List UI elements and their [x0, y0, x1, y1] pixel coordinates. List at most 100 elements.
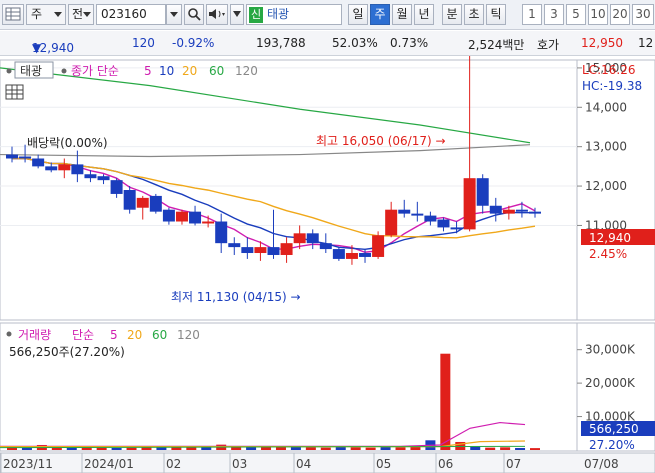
ask-label: 호가	[537, 38, 560, 52]
stock-name-field[interactable]: 신 태광	[246, 4, 342, 25]
candle-body	[502, 209, 515, 214]
search-icon	[188, 8, 201, 21]
last-value: 12	[638, 36, 654, 50]
ma-period-20[interactable]: 20	[182, 64, 197, 78]
interval-button-3[interactable]: 3	[544, 4, 564, 25]
stock-code-input[interactable]: 023160	[96, 4, 166, 25]
x-tick-label: 07/08	[584, 457, 619, 471]
interval-button-5[interactable]: 5	[566, 4, 586, 25]
candle-body	[424, 215, 437, 222]
ma-period-120[interactable]: 120	[235, 64, 258, 78]
period-tab-6[interactable]: 틱	[486, 4, 506, 25]
volume-bar	[96, 447, 107, 450]
x-tick-label: 03	[232, 457, 247, 471]
period-tab-2[interactable]: 월	[392, 4, 412, 25]
candle-body	[463, 178, 476, 230]
candle-body	[71, 164, 84, 175]
volume-ma-label[interactable]: 단순	[72, 328, 94, 342]
market-select-value: 주	[31, 7, 43, 21]
volume-bar	[380, 446, 391, 450]
volume-bar	[126, 447, 137, 450]
prev-stock-button[interactable]	[230, 4, 244, 25]
speaker-button[interactable]	[206, 4, 228, 25]
candle-body	[58, 164, 71, 171]
volume-tick-label: 30,000K	[585, 343, 636, 357]
interval-label: 10	[590, 7, 606, 21]
candle-body	[189, 211, 202, 224]
volume-ma-20[interactable]: 20	[127, 328, 142, 342]
candle-body	[6, 154, 18, 159]
ma-period-60[interactable]: 60	[209, 64, 224, 78]
interval-label: 20	[612, 7, 628, 21]
period-tab-label: 주	[374, 7, 386, 21]
lc-label: LC:16.26	[582, 63, 635, 77]
candle-body	[372, 235, 385, 257]
ma-period-10[interactable]: 10	[159, 64, 174, 78]
interval-label: 1	[528, 7, 536, 21]
market-select[interactable]: 주	[26, 4, 66, 25]
x-tick-label: 05	[376, 457, 391, 471]
candle-body	[385, 209, 398, 236]
candle-body	[411, 213, 424, 216]
credit-badge: 신	[249, 7, 264, 23]
period-tab-1[interactable]: 주	[370, 4, 390, 25]
stock-list-button[interactable]	[2, 4, 24, 25]
volume-panel[interactable]	[0, 322, 578, 452]
candle-body	[241, 247, 254, 254]
price-tick-label: 14,000	[585, 100, 627, 114]
volume-bar	[485, 447, 496, 450]
candle-body	[228, 243, 241, 248]
candle-body	[345, 253, 358, 259]
period-select[interactable]: 전	[68, 4, 94, 25]
ma-label[interactable]: 종가 단순	[71, 64, 119, 78]
chevron-down-icon	[170, 7, 178, 21]
candle-body	[32, 158, 45, 167]
ma-period-5[interactable]: 5	[144, 64, 152, 78]
volume-ma-120[interactable]: 120	[177, 328, 200, 342]
bullet-icon	[6, 331, 12, 337]
volume-bar	[515, 447, 526, 450]
volume-bar	[335, 446, 346, 450]
candle-body	[437, 219, 450, 228]
period-tab-4[interactable]: 분	[442, 4, 462, 25]
chart-svg[interactable]: 17,00016,00015,00014,00013,00012,00011,0…	[0, 22, 655, 473]
interval-button-10[interactable]: 10	[588, 4, 608, 25]
list-icon	[5, 7, 21, 21]
volume-ma-5[interactable]: 5	[110, 328, 118, 342]
dividend-annotation: 배당락(0.00%)	[27, 136, 108, 150]
period-tab-label: 일	[352, 7, 364, 21]
interval-button-30[interactable]: 30	[632, 4, 654, 25]
table-icon[interactable]	[5, 84, 24, 100]
volume-ma-60[interactable]: 60	[152, 328, 167, 342]
candle-body	[19, 156, 32, 159]
price-change-pct: -0.92%	[172, 36, 215, 50]
search-button[interactable]	[184, 4, 204, 25]
chevron-down-icon	[54, 5, 62, 24]
volume-ratio: 52.03%	[332, 36, 378, 50]
period-tab-0[interactable]: 일	[348, 4, 368, 25]
price-tick-label: 12,000	[585, 179, 627, 193]
turnover-ratio: 0.73%	[390, 36, 429, 50]
candle-body	[306, 233, 319, 244]
x-tick-label: 07	[506, 457, 521, 471]
candle-body	[293, 233, 306, 244]
candle-body	[529, 211, 541, 214]
x-tick-label: 2023/11	[3, 457, 53, 471]
volume-tick-label: 20,000K	[585, 376, 636, 390]
interval-button-20[interactable]: 20	[610, 4, 630, 25]
price-tick-label: 13,000	[585, 140, 627, 154]
volume-title[interactable]: 거래량	[18, 328, 51, 342]
price-panel[interactable]	[0, 59, 578, 321]
low-annotation: 최저 11,130 (04/15) →	[171, 290, 301, 304]
period-tab-3[interactable]: 년	[414, 4, 434, 25]
volume-bar	[365, 447, 376, 450]
interval-button-1[interactable]: 1	[522, 4, 542, 25]
chart-area[interactable]: 17,00016,00015,00014,00013,00012,00011,0…	[0, 22, 655, 473]
period-tab-label: 년	[418, 7, 430, 21]
chevron-down-icon	[83, 5, 91, 24]
code-dropdown-button[interactable]	[166, 4, 182, 25]
ask-price: 12,950	[581, 36, 623, 50]
candle-body	[110, 180, 123, 194]
period-tab-5[interactable]: 초	[464, 4, 484, 25]
price-change: 120	[132, 36, 155, 50]
